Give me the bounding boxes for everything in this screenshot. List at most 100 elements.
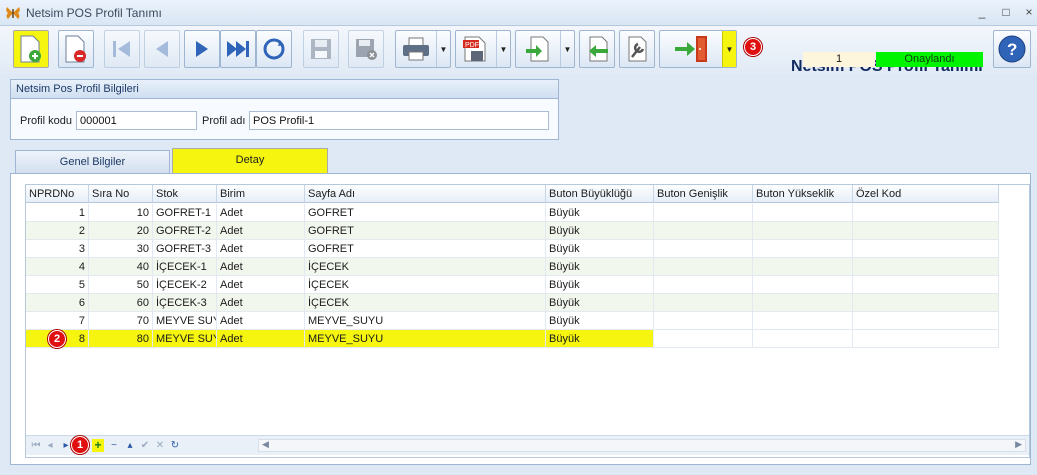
table-cell[interactable]: Büyük	[546, 222, 654, 240]
table-cell[interactable]: 6	[26, 294, 89, 312]
cancel-icon[interactable]: ✕	[154, 439, 166, 452]
first-record-button[interactable]	[104, 30, 140, 68]
table-row[interactable]: 1 10 GOFRET-1 Adet GOFRET Büyük	[26, 204, 999, 222]
horizontal-scrollbar[interactable]: ◀ ▶	[258, 439, 1026, 452]
table-cell[interactable]: Büyük	[546, 276, 654, 294]
table-cell[interactable]: MEYVE SUYU	[153, 312, 217, 330]
previous-record-button[interactable]	[144, 30, 180, 68]
table-cell[interactable]: Büyük	[546, 330, 654, 348]
table-cell[interactable]: 30	[89, 240, 153, 258]
table-cell[interactable]: Adet	[217, 258, 305, 276]
table-cell[interactable]	[853, 312, 999, 330]
refresh-button[interactable]	[256, 30, 292, 68]
table-cell[interactable]	[853, 240, 999, 258]
table-row[interactable]: 4 40 İÇECEK-1 Adet İÇECEK Büyük	[26, 258, 999, 276]
pdf-dropdown-arrow[interactable]: ▼	[496, 31, 510, 67]
column-header[interactable]: Buton Genişlik	[654, 185, 753, 202]
print-dropdown-arrow[interactable]: ▼	[436, 31, 450, 67]
table-cell[interactable]: Adet	[217, 294, 305, 312]
tab-general-info[interactable]: Genel Bilgiler	[15, 150, 170, 173]
column-header[interactable]: Buton Yükseklik	[753, 185, 853, 202]
table-cell[interactable]	[753, 312, 853, 330]
table-cell[interactable]: Büyük	[546, 294, 654, 312]
table-cell[interactable]	[853, 204, 999, 222]
edit-icon[interactable]: ▴	[124, 439, 136, 452]
table-cell[interactable]: İÇECEK-1	[153, 258, 217, 276]
first-icon[interactable]: ⏮	[30, 439, 42, 452]
table-cell[interactable]: 4	[26, 258, 89, 276]
table-cell[interactable]	[753, 240, 853, 258]
table-cell[interactable]: 5	[26, 276, 89, 294]
exit-button[interactable]: ▼	[659, 30, 737, 68]
table-cell[interactable]: GOFRET	[305, 240, 546, 258]
table-cell[interactable]: GOFRET-3	[153, 240, 217, 258]
print-button[interactable]: ▼	[395, 30, 451, 68]
table-cell[interactable]: MEYVE_SUYU	[305, 312, 546, 330]
table-row[interactable]: 2 20 GOFRET-2 Adet GOFRET Büyük	[26, 222, 999, 240]
profile-code-input[interactable]	[76, 111, 197, 130]
table-cell[interactable]: 40	[89, 258, 153, 276]
table-cell[interactable]	[654, 204, 753, 222]
exit-dropdown-arrow[interactable]: ▼	[722, 31, 736, 67]
table-cell[interactable]: Adet	[217, 276, 305, 294]
next-record-button[interactable]	[184, 30, 220, 68]
table-cell[interactable]: Adet	[217, 222, 305, 240]
table-row[interactable]: 770MEYVE SUYUAdetMEYVE_SUYUBüyük	[26, 312, 999, 330]
table-row[interactable]: 880MEYVE SUYUAdetMEYVE_SUYUBüyük	[26, 330, 999, 348]
column-header[interactable]: Birim	[217, 185, 305, 202]
table-cell[interactable]: 60	[89, 294, 153, 312]
table-cell[interactable]: İÇECEK	[305, 276, 546, 294]
table-cell[interactable]	[654, 240, 753, 258]
column-header[interactable]: Buton Büyüklüğü	[546, 185, 654, 202]
table-cell[interactable]	[753, 294, 853, 312]
scroll-right-icon[interactable]: ▶	[1015, 439, 1022, 450]
tab-detail[interactable]: Detay	[172, 148, 328, 174]
table-cell[interactable]	[654, 222, 753, 240]
table-cell[interactable]: İÇECEK	[305, 294, 546, 312]
table-cell[interactable]: 70	[89, 312, 153, 330]
delete-icon[interactable]: −	[108, 439, 120, 452]
save-cancel-button[interactable]	[348, 30, 384, 68]
table-cell[interactable]: Büyük	[546, 204, 654, 222]
table-cell[interactable]: 20	[89, 222, 153, 240]
prev-page-icon[interactable]: ◂	[44, 439, 56, 452]
table-row[interactable]: 6 60 İÇECEK-3 Adet İÇECEK Büyük	[26, 294, 999, 312]
maximize-button[interactable]: □	[998, 4, 1014, 20]
column-header[interactable]: Stok	[153, 185, 217, 202]
table-cell[interactable]: 1	[26, 204, 89, 222]
table-cell[interactable]: İÇECEK-2	[153, 276, 217, 294]
post-icon[interactable]: ✔	[139, 439, 151, 452]
table-cell[interactable]: İÇECEK	[305, 258, 546, 276]
last-record-button[interactable]	[220, 30, 256, 68]
close-button[interactable]: ×	[1021, 4, 1037, 20]
delete-record-button[interactable]	[58, 30, 94, 68]
table-cell[interactable]	[753, 276, 853, 294]
table-cell[interactable]: Adet	[217, 240, 305, 258]
export-button[interactable]: ▼	[515, 30, 575, 68]
table-cell[interactable]	[753, 258, 853, 276]
profile-name-input[interactable]	[249, 111, 549, 130]
table-cell[interactable]: Adet	[217, 312, 305, 330]
table-cell[interactable]	[654, 294, 753, 312]
scroll-left-icon[interactable]: ◀	[262, 439, 269, 450]
column-header[interactable]: Özel Kod	[853, 185, 999, 202]
table-cell[interactable]: 50	[89, 276, 153, 294]
table-cell[interactable]: 2	[26, 222, 89, 240]
settings-button[interactable]	[619, 30, 655, 68]
table-cell[interactable]: 80	[89, 330, 153, 348]
table-cell[interactable]	[853, 276, 999, 294]
table-cell[interactable]: İÇECEK-3	[153, 294, 217, 312]
save-button[interactable]	[303, 30, 339, 68]
column-header[interactable]: Sayfa Adı	[305, 185, 546, 202]
table-cell[interactable]: GOFRET-1	[153, 204, 217, 222]
table-row[interactable]: 3 30 GOFRET-3 Adet GOFRET Büyük	[26, 240, 999, 258]
table-cell[interactable]: MEYVE SUYU	[153, 330, 217, 348]
table-cell[interactable]	[853, 294, 999, 312]
minimize-button[interactable]: _	[974, 4, 990, 20]
column-header[interactable]: NPRDNo	[26, 185, 89, 202]
help-button[interactable]: ?	[993, 30, 1031, 68]
table-cell[interactable]	[853, 222, 999, 240]
table-cell[interactable]	[753, 222, 853, 240]
table-cell[interactable]	[654, 312, 753, 330]
table-cell[interactable]: 10	[89, 204, 153, 222]
